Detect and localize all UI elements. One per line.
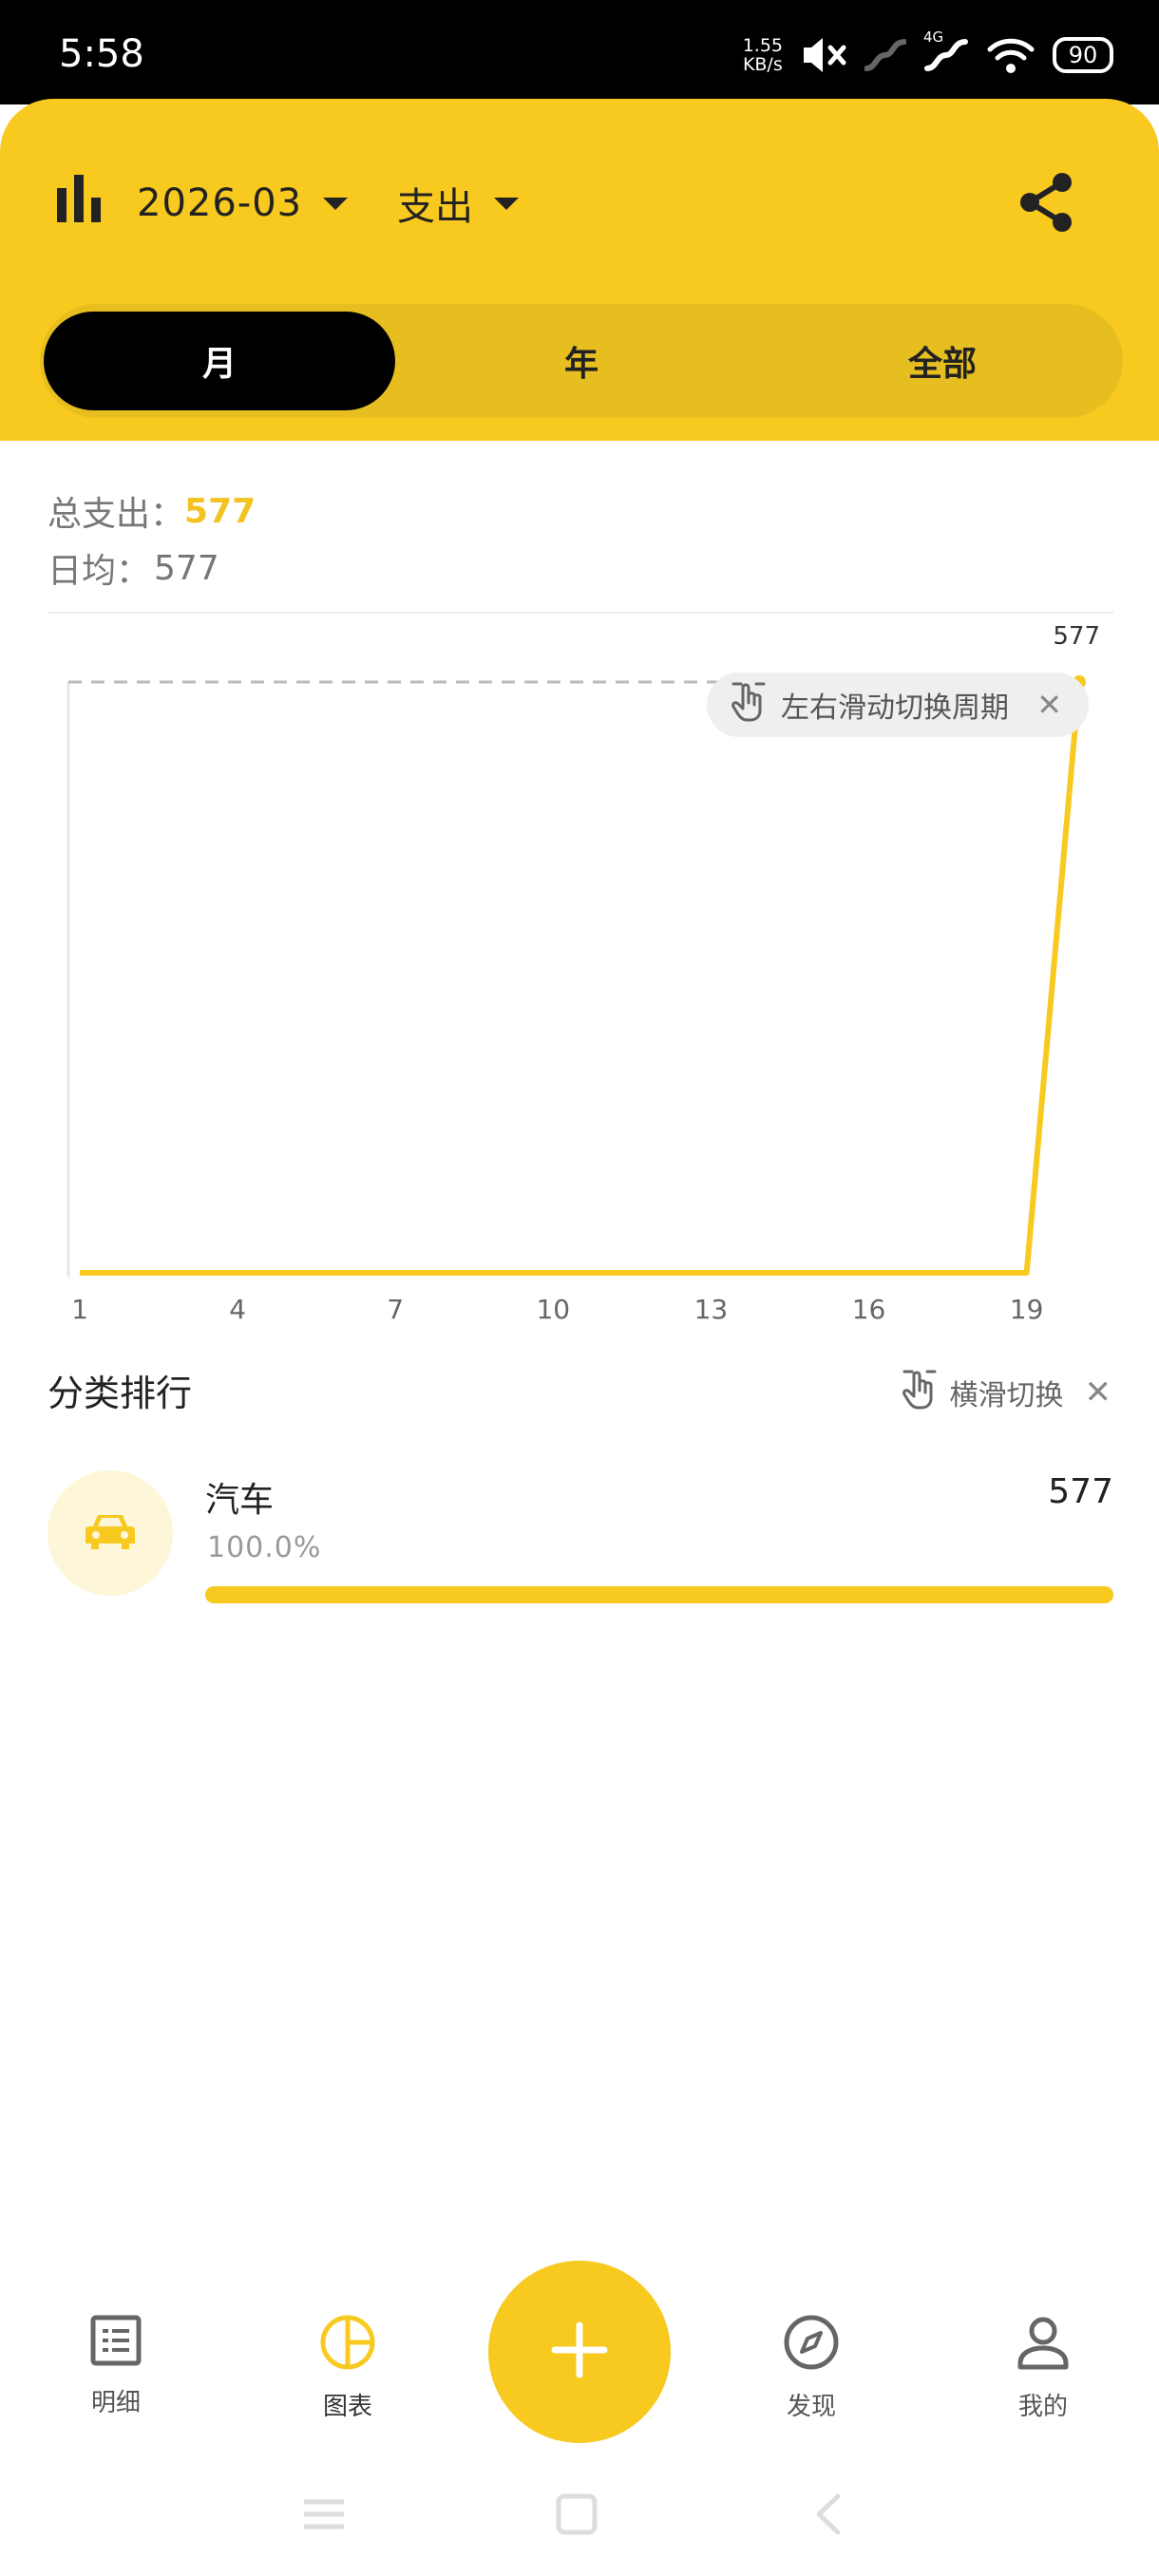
tab-all[interactable]: 全部	[762, 304, 1123, 418]
category-avatar	[48, 1470, 173, 1596]
wifi-icon	[986, 34, 1036, 76]
tab-month[interactable]: 月	[44, 312, 395, 410]
average-label: 日均：	[48, 552, 151, 591]
summary: 总支出： 577 日均： 577	[48, 483, 256, 597]
nav-item-charts[interactable]: 图表	[272, 2314, 424, 2422]
pie-chart-icon	[319, 2314, 376, 2377]
ranking-swipe-hint: 横滑切换 ✕	[901, 1368, 1112, 1417]
home-icon[interactable]	[553, 2491, 600, 2542]
signal-icon	[864, 36, 906, 74]
category-progress-track	[205, 1586, 1113, 1603]
average-row: 日均： 577	[48, 540, 256, 597]
swipe-hint: 左右滑动切换周期 ✕	[707, 672, 1089, 737]
max-value-label: 577	[1053, 622, 1100, 651]
type-label: 支出	[397, 185, 473, 229]
month-selector[interactable]: 2026-03	[137, 175, 349, 232]
category-name: 汽车	[205, 1481, 275, 1520]
swipe-hand-icon	[730, 680, 768, 729]
back-icon[interactable]	[809, 2491, 847, 2542]
x-tick-label: 13	[694, 1294, 729, 1325]
status-time: 5:58	[59, 32, 144, 76]
category-item[interactable]: 汽车 577 100.0%	[48, 1470, 1113, 1613]
bottom-nav: 明细 图表 发现 我的	[0, 2261, 1159, 2443]
total-label: 总支出：	[48, 495, 185, 534]
list-icon	[89, 2314, 142, 2374]
period-tabs: 月 年 全部	[40, 304, 1123, 418]
x-tick-label: 19	[1010, 1294, 1044, 1325]
type-selector[interactable]: 支出	[397, 175, 519, 232]
header: 2026-03 支出 月 年 全部	[0, 99, 1159, 441]
nav-label: 明细	[90, 2389, 141, 2417]
month-label: 2026-03	[137, 181, 303, 225]
category-amount: 577	[1048, 1472, 1113, 1511]
category-progress-fill	[205, 1586, 1113, 1603]
nav-item-details[interactable]: 明细	[40, 2314, 192, 2418]
status-bar: 5:58 1.55 KB/s 4G 90	[0, 0, 1159, 104]
x-tick-label: 10	[536, 1294, 570, 1325]
tab-year[interactable]: 年	[401, 304, 762, 418]
series-line	[80, 681, 1082, 1276]
swipe-hand-icon	[901, 1368, 939, 1417]
compass-icon	[783, 2314, 840, 2377]
chevron-down-icon	[323, 197, 349, 210]
add-record-button[interactable]	[488, 2261, 671, 2443]
nav-item-discover[interactable]: 发现	[735, 2314, 887, 2422]
category-percent: 100.0%	[207, 1531, 322, 1564]
average-value: 577	[154, 548, 219, 588]
share-icon[interactable]	[1016, 171, 1075, 237]
x-tick-label: 4	[229, 1294, 246, 1325]
profile-icon	[1016, 2314, 1070, 2377]
system-nav-bar	[0, 2470, 1159, 2576]
nav-label: 发现	[786, 2393, 836, 2421]
plus-icon	[551, 2321, 608, 2382]
network-speed: 1.55 KB/s	[742, 35, 783, 75]
close-icon[interactable]: ✕	[1085, 1373, 1112, 1411]
swipe-hint-text: 左右滑动切换周期	[781, 691, 1009, 725]
nav-item-profile[interactable]: 我的	[967, 2314, 1119, 2422]
nav-label: 图表	[322, 2393, 372, 2421]
status-icons: 1.55 KB/s 4G 90	[743, 28, 1113, 82]
close-icon[interactable]: ✕	[1036, 687, 1062, 723]
chevron-down-icon	[494, 197, 519, 210]
x-tick-label: 7	[387, 1294, 404, 1325]
x-tick-label: 16	[852, 1294, 886, 1325]
ranking-title: 分类排行	[48, 1373, 193, 1414]
mute-icon	[800, 34, 847, 76]
menu-icon[interactable]	[300, 2491, 348, 2542]
ranking-hint-text: 横滑切换	[949, 1379, 1064, 1412]
bar-chart-icon[interactable]	[55, 175, 104, 226]
signal-4g-icon: 4G	[923, 28, 969, 74]
total-row: 总支出： 577	[48, 483, 256, 540]
car-icon	[84, 1509, 137, 1557]
total-value: 577	[184, 491, 256, 531]
battery-icon: 90	[1053, 37, 1113, 73]
x-tick-label: 1	[71, 1294, 88, 1325]
nav-label: 我的	[1017, 2393, 1068, 2421]
